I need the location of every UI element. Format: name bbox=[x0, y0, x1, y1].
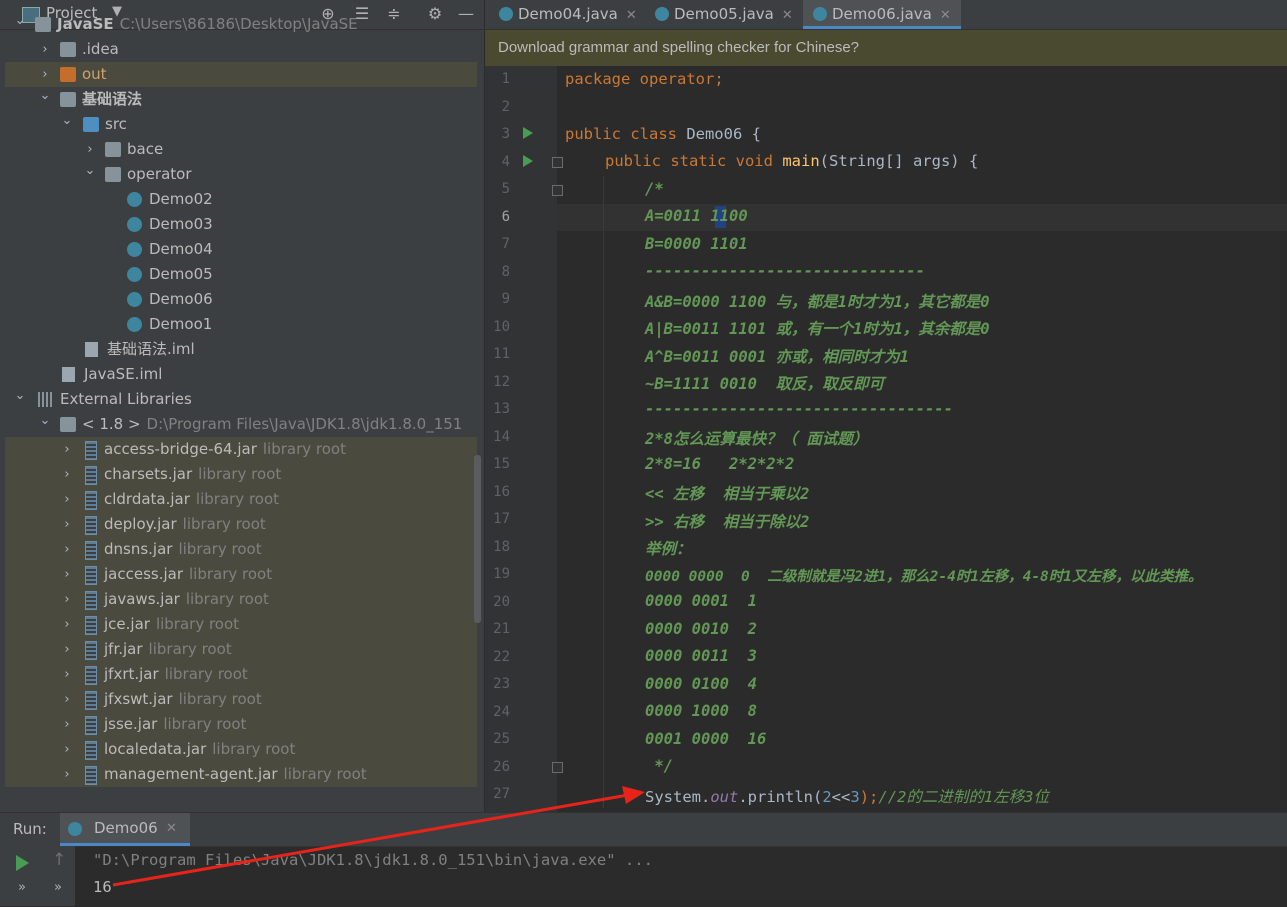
annotation-arrow-line bbox=[112, 793, 629, 887]
annotation-arrow bbox=[112, 786, 645, 887]
annotation-arrow-head bbox=[622, 786, 645, 804]
